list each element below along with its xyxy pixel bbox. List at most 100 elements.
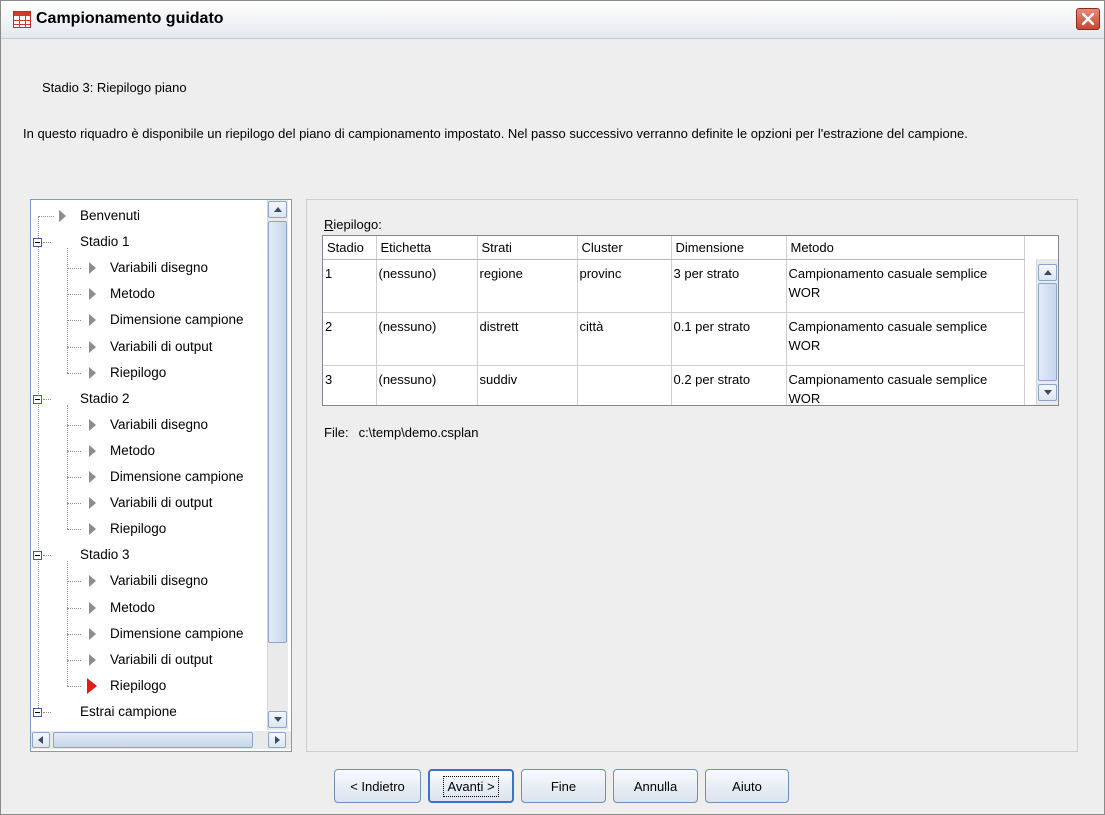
table-row[interactable]: 1 (nessuno) regione provinc 3 per strato…: [323, 259, 1025, 313]
tree-item[interactable]: Variabili disegno: [31, 415, 267, 435]
tree-item-selected[interactable]: Riepilogo: [31, 676, 267, 696]
column-header-dimensione[interactable]: Dimensione: [671, 236, 787, 260]
tree-item[interactable]: Variabili di output: [31, 650, 267, 670]
stage-title: Stadio 3: Riepilogo piano: [42, 80, 187, 95]
column-header-metodo[interactable]: Metodo: [786, 236, 1025, 260]
table-cell: regione: [477, 259, 578, 313]
title-bar[interactable]: Campionamento guidato: [1, 1, 1104, 39]
arrow-right-icon: [89, 418, 96, 431]
table-row[interactable]: 3 (nessuno) suddiv 0.2 per strato Campio…: [323, 365, 1025, 405]
tree-group[interactable]: Stadio 3: [31, 545, 267, 565]
tree-item-label: Estrai campione: [80, 703, 177, 719]
tree-item[interactable]: Riepilogo: [31, 363, 267, 383]
column-header-cluster[interactable]: Cluster: [577, 236, 672, 260]
scroll-thumb[interactable]: [268, 221, 287, 643]
table-cell: distrett: [477, 312, 578, 366]
table-header-row: Stadio Etichetta Strati Cluster Dimensio…: [323, 236, 1025, 260]
arrow-right-icon: [89, 366, 96, 379]
tree-item[interactable]: Variabili disegno: [31, 258, 267, 278]
step-description: In questo riquadro è disponibile un riep…: [23, 126, 968, 141]
close-button[interactable]: [1076, 8, 1100, 30]
help-button[interactable]: Aiuto: [705, 769, 789, 803]
current-step-marker-icon: [87, 677, 97, 694]
table-vertical-scrollbar[interactable]: [1036, 259, 1058, 405]
arrow-right-icon: [89, 471, 96, 483]
tree-group[interactable]: Stadio 2: [31, 389, 267, 409]
tree-item-label: Riepilogo: [110, 677, 167, 693]
tree-item[interactable]: Metodo: [31, 598, 267, 618]
table-cell: 3: [323, 365, 377, 405]
collapse-icon[interactable]: [33, 394, 42, 404]
table-cell: (nessuno): [376, 365, 478, 405]
arrow-right-icon: [89, 601, 96, 614]
column-header-strati[interactable]: Strati: [477, 236, 578, 260]
tree-item[interactable]: Dimensione campione: [31, 467, 267, 487]
tree-item-label: Variabili disegno: [110, 260, 209, 276]
file-label: File:: [324, 425, 349, 440]
table-cell: Campionamento casuale semplice WOR: [786, 312, 1025, 366]
tree-item-label: Variabili di output: [110, 338, 213, 354]
arrow-right-icon: [89, 575, 96, 588]
table-scroll-thumb[interactable]: [1038, 283, 1057, 381]
tree-item-label: Dimensione campione: [110, 625, 244, 641]
tree-item[interactable]: Dimensione campione: [31, 624, 267, 644]
scroll-right-button[interactable]: [268, 732, 286, 748]
tree-group[interactable]: Estrai campione: [31, 702, 267, 722]
arrow-right-icon: [89, 523, 96, 536]
arrow-right-icon: [89, 444, 96, 457]
tree-vertical-scrollbar[interactable]: [267, 200, 288, 730]
tree-horizontal-scrollbar[interactable]: [31, 731, 291, 749]
scroll-up-button[interactable]: [268, 201, 287, 218]
next-button[interactable]: Avanti >: [428, 769, 514, 803]
table-cell: suddiv: [477, 365, 578, 405]
close-icon: [1081, 12, 1095, 26]
tree-item[interactable]: Variabili disegno: [31, 571, 267, 591]
tree-item[interactable]: Metodo: [31, 441, 267, 461]
table-cell: provinc: [577, 259, 672, 313]
navigation-tree: Benvenuti Stadio 1 Variabili disegno Metodo…: [30, 199, 292, 752]
arrow-up-icon: [1044, 270, 1052, 275]
arrow-right-icon: [89, 627, 96, 640]
tree-item-label: Riepilogo: [110, 521, 167, 537]
cancel-button[interactable]: Annulla: [613, 769, 698, 803]
table-cell: Campionamento casuale semplice WOR: [786, 259, 1025, 313]
arrow-right-icon: [89, 262, 96, 275]
tree-item[interactable]: Variabili di output: [31, 493, 267, 513]
collapse-icon[interactable]: [33, 551, 42, 561]
tree-item-label: Metodo: [110, 599, 156, 615]
table-cell: 3 per strato: [671, 259, 787, 313]
summary-table[interactable]: Stadio Etichetta Strati Cluster Dimensio…: [322, 235, 1059, 406]
arrow-right-icon: [89, 288, 96, 301]
arrow-right-icon: [275, 736, 280, 744]
tree-item[interactable]: Metodo: [31, 284, 267, 304]
tree-item[interactable]: Dimensione campione: [31, 310, 267, 330]
arrow-right-icon: [89, 340, 96, 353]
arrow-left-icon: [38, 736, 43, 744]
tree-item-label: Variabili disegno: [110, 416, 209, 432]
tree-item-label: Riepilogo: [110, 364, 167, 380]
table-row[interactable]: 2 (nessuno) distrett città 0.1 per strat…: [323, 312, 1025, 366]
tree-group[interactable]: Stadio 1: [31, 232, 267, 252]
horizontal-scroll-thumb[interactable]: [53, 732, 253, 748]
table-scroll-up-button[interactable]: [1038, 264, 1057, 281]
scroll-left-button[interactable]: [32, 732, 50, 748]
table-scroll-down-button[interactable]: [1038, 384, 1057, 401]
collapse-icon[interactable]: [33, 707, 42, 717]
arrow-right-icon: [89, 314, 96, 327]
arrow-down-icon: [1044, 390, 1052, 395]
tree-item[interactable]: Benvenuti: [31, 206, 267, 226]
table-cell: città: [577, 312, 672, 366]
collapse-icon[interactable]: [33, 238, 42, 248]
arrow-right-icon: [89, 497, 96, 510]
tree-item[interactable]: Variabili di output: [31, 337, 267, 357]
column-header-stadio[interactable]: Stadio: [323, 236, 377, 260]
tree-item-label: Metodo: [110, 442, 156, 458]
table-cell: (nessuno): [376, 259, 478, 313]
tree-item-label: Variabili di output: [110, 651, 213, 667]
scroll-down-button[interactable]: [268, 711, 287, 728]
tree-item-label: Variabili di output: [110, 495, 213, 511]
column-header-etichetta[interactable]: Etichetta: [376, 236, 478, 260]
finish-button[interactable]: Fine: [521, 769, 606, 803]
back-button[interactable]: < Indietro: [334, 769, 421, 803]
tree-item[interactable]: Riepilogo: [31, 519, 267, 539]
